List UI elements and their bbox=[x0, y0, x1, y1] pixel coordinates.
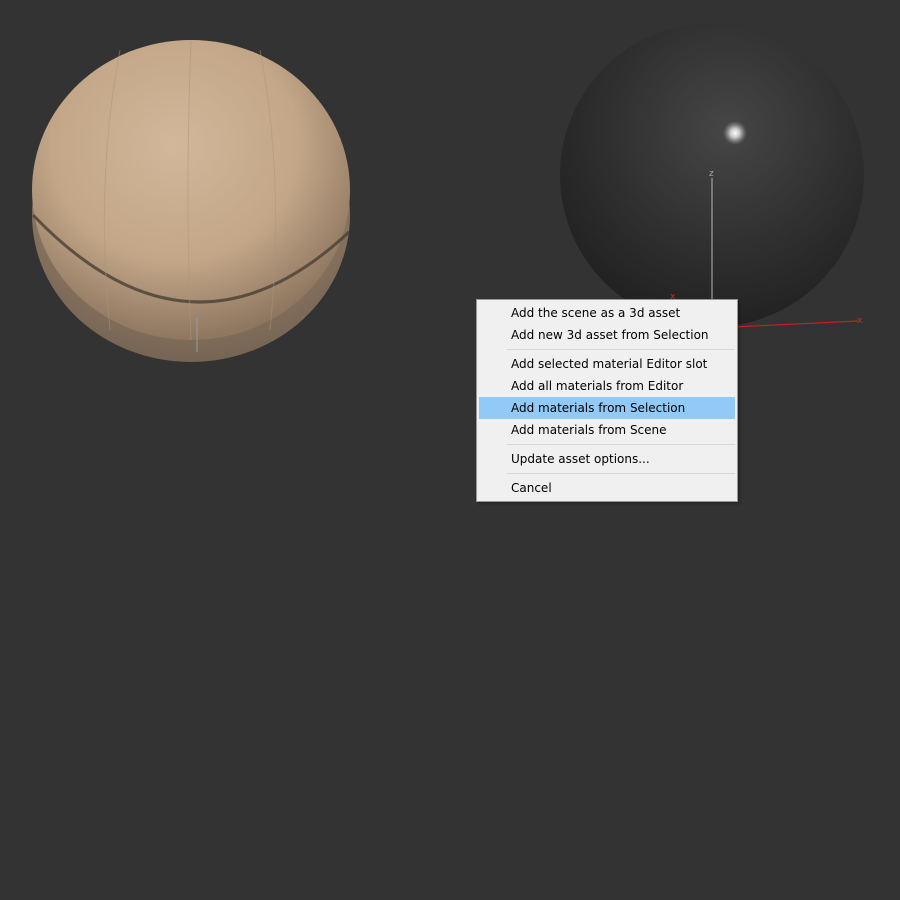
z-axis-label: z bbox=[195, 310, 200, 320]
context-menu: Add the scene as a 3d asset Add new 3d a… bbox=[476, 299, 738, 502]
viewport-scene: z z x x bbox=[31, 23, 864, 362]
beige-sphere[interactable]: z bbox=[31, 39, 351, 362]
menu-separator bbox=[507, 473, 735, 474]
menu-separator bbox=[507, 349, 735, 350]
x-axis-label: x bbox=[857, 316, 863, 326]
menu-separator bbox=[507, 444, 735, 445]
menu-item-cancel[interactable]: Cancel bbox=[479, 477, 735, 499]
menu-item-add-all-materials-from-editor[interactable]: Add all materials from Editor bbox=[479, 375, 735, 397]
menu-item-update-asset-options[interactable]: Update asset options... bbox=[479, 448, 735, 470]
menu-item-add-new-3d-asset-from-selection[interactable]: Add new 3d asset from Selection bbox=[479, 324, 735, 346]
menu-item-add-scene-as-3d-asset[interactable]: Add the scene as a 3d asset bbox=[479, 302, 735, 324]
menu-item-add-materials-from-scene[interactable]: Add materials from Scene bbox=[479, 419, 735, 441]
menu-item-add-materials-from-selection[interactable]: Add materials from Selection bbox=[479, 397, 735, 419]
menu-item-add-selected-material-editor-slot[interactable]: Add selected material Editor slot bbox=[479, 353, 735, 375]
3d-viewport[interactable]: z z x x Add the scene as a 3d asset Add … bbox=[0, 0, 900, 900]
dark-sphere[interactable]: z x x bbox=[560, 23, 864, 329]
svg-text:z: z bbox=[709, 169, 714, 179]
